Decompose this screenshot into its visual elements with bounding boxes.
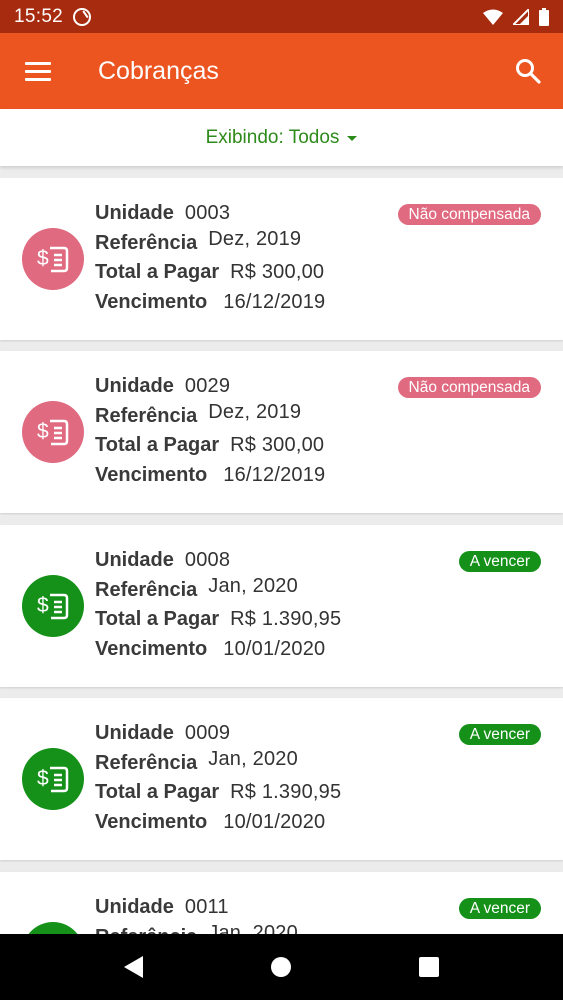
dollar-receipt-icon: $ (22, 401, 84, 463)
due-label: Vencimento (95, 810, 208, 833)
menu-icon-line (25, 61, 51, 65)
reference-value: Jan, 2020 (208, 747, 298, 770)
dollar-receipt-icon: $ (22, 228, 84, 290)
menu-icon-line (25, 77, 51, 81)
bill-details: Unidade 0009 Referência Jan, 2020 Total a … (95, 722, 341, 840)
total-label: Total a Pagar (95, 781, 220, 804)
unit-label: Unidade (95, 202, 174, 224)
reference-value: Dez, 2019 (208, 400, 302, 423)
sync-icon (73, 7, 92, 26)
reference-value: Jan, 2020 (208, 574, 298, 597)
unit-label: Unidade (95, 549, 174, 571)
reference-value: Jan, 2020 (208, 921, 298, 935)
svg-text:$: $ (37, 420, 49, 443)
status-icons (483, 7, 549, 26)
filter-dropdown[interactable]: Exibindo: Todos (0, 109, 563, 166)
bill-card[interactable]: $ Unidade 0008 Referência Jan, 2020 Total … (0, 525, 563, 687)
dollar-receipt-icon: $ (22, 748, 84, 810)
unit-value: 0029 (184, 375, 231, 397)
reference-label: Referência (95, 231, 198, 254)
due-label: Vencimento (95, 637, 208, 660)
menu-button[interactable] (0, 33, 76, 109)
app-bar: Cobranças (0, 33, 563, 109)
bill-details: Unidade 0003 Referência Dez, 2019 Total a … (95, 202, 325, 320)
chevron-down-icon (347, 136, 358, 141)
due-value: 10/01/2020 (223, 810, 326, 833)
unit-label: Unidade (95, 896, 174, 918)
bill-details: Unidade 0029 Referência Dez, 2019 Total a … (95, 375, 325, 493)
back-icon[interactable] (124, 956, 143, 978)
page-title: Cobranças (98, 56, 219, 85)
wifi-icon (483, 9, 503, 25)
battery-icon (539, 7, 549, 26)
due-label: Vencimento (95, 290, 208, 313)
due-value: 16/12/2019 (223, 290, 326, 313)
recent-apps-icon[interactable] (419, 957, 439, 977)
search-icon (516, 59, 541, 84)
due-value: 16/12/2019 (223, 463, 326, 486)
status-badge: Não compensada (397, 204, 541, 225)
reference-label: Referência (95, 751, 198, 774)
bill-details: Unidade 0008 Referência Jan, 2020 Total a … (95, 549, 341, 667)
svg-text:$: $ (37, 767, 49, 790)
status-badge: A vencer (458, 551, 541, 572)
unit-value: 0011 (184, 896, 229, 918)
unit-value: 0009 (184, 722, 231, 744)
reference-label: Referência (95, 404, 198, 427)
unit-value: 0003 (184, 202, 231, 224)
total-value: R$ 1.390,95 (230, 608, 342, 631)
status-time: 15:52 (14, 5, 64, 27)
due-label: Vencimento (95, 463, 208, 486)
status-bar: 15:52 (0, 0, 563, 33)
search-button[interactable] (493, 33, 563, 109)
bill-details: Unidade0011 ReferênciaJan, 2020 (95, 896, 298, 935)
system-nav-bar (0, 934, 563, 1000)
reference-label: Referência (95, 578, 198, 601)
total-label: Total a Pagar (95, 608, 220, 631)
status-badge: A vencer (458, 898, 541, 919)
total-label: Total a Pagar (95, 434, 220, 457)
filter-label: Exibindo: Todos (205, 126, 340, 148)
total-value: R$ 1.390,95 (230, 781, 342, 804)
unit-label: Unidade (95, 722, 174, 744)
bill-card[interactable]: $ Unidade 0009 Referência Jan, 2020 Total … (0, 698, 563, 860)
unit-value: 0008 (184, 549, 231, 571)
status-badge: A vencer (458, 724, 541, 745)
menu-icon-line (25, 69, 51, 73)
due-value: 10/01/2020 (223, 637, 326, 660)
bills-list[interactable]: $ Unidade 0003 Referência Dez, 2019 Total … (0, 178, 563, 935)
svg-text:$: $ (37, 247, 49, 270)
total-label: Total a Pagar (95, 261, 220, 284)
total-value: R$ 300,00 (230, 261, 325, 284)
reference-value: Dez, 2019 (208, 227, 302, 250)
dollar-receipt-icon: $ (22, 575, 84, 637)
home-icon[interactable] (271, 957, 291, 977)
total-value: R$ 300,00 (230, 434, 325, 457)
unit-label: Unidade (95, 375, 174, 397)
status-badge: Não compensada (397, 377, 541, 398)
bill-card[interactable]: $ Unidade 0029 Referência Dez, 2019 Total … (0, 351, 563, 513)
svg-text:$: $ (37, 594, 49, 617)
signal-icon (513, 8, 529, 25)
bill-card[interactable]: $ Unidade0011 ReferênciaJan, 2020 A venc… (0, 872, 563, 935)
bill-card[interactable]: $ Unidade 0003 Referência Dez, 2019 Total … (0, 178, 563, 340)
